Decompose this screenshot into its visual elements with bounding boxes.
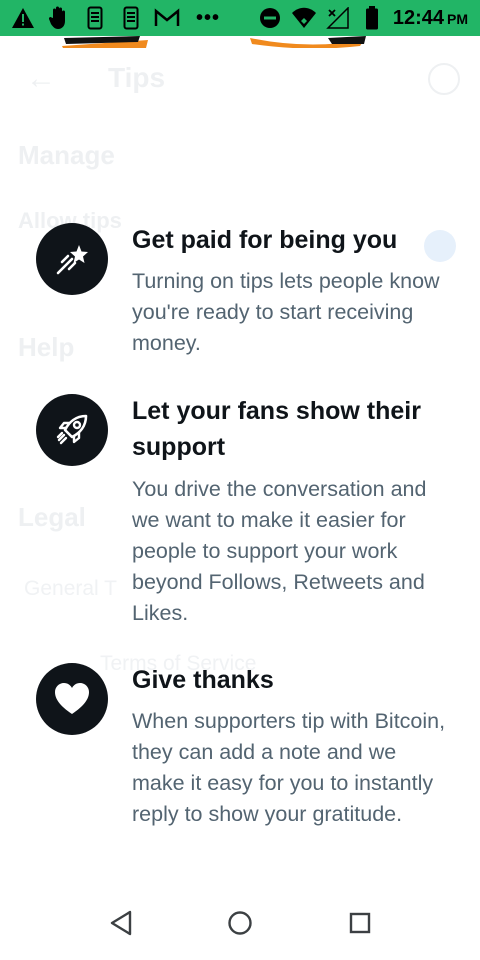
phone-icon: [118, 5, 144, 31]
general-terms-link[interactable]: General T: [24, 577, 117, 601]
page-title: Tips: [108, 62, 166, 93]
warning-icon: [10, 5, 36, 31]
feature-description: Turning on tips lets people know you're …: [132, 269, 440, 355]
feature-title: Get paid for being you: [132, 226, 398, 254]
redaction-scribble: [250, 36, 366, 48]
do-not-disturb-icon: [257, 5, 283, 31]
back-arrow-icon[interactable]: ←: [26, 62, 56, 96]
feature-title: Give thanks: [132, 666, 274, 694]
section-manage: Manage: [18, 140, 115, 170]
feature-title: Let your fans show their support: [132, 397, 421, 461]
battery-icon: [359, 5, 385, 31]
feature-description: You drive the conversation and we want t…: [132, 477, 427, 625]
rocket-icon: [36, 394, 108, 466]
more-notifications-indicator: •••: [196, 6, 221, 29]
gmail-icon: [154, 5, 180, 31]
home-circle-icon[interactable]: [225, 908, 255, 938]
recents-square-icon[interactable]: [345, 908, 375, 938]
shooting-star-icon: [36, 223, 108, 295]
info-icon[interactable]: [428, 63, 460, 95]
heart-icon: [36, 663, 108, 735]
status-bar: ••• 12:44 PM: [0, 0, 480, 36]
signal-icon: [325, 5, 351, 31]
redaction-scribble: [62, 36, 148, 48]
back-triangle-icon[interactable]: [106, 908, 136, 938]
clock: 12:44 PM: [393, 7, 468, 30]
section-legal: Legal: [18, 502, 86, 532]
system-navigation-bar: [0, 886, 480, 960]
clock-time: 12:44: [392, 6, 444, 29]
feature-description: When supporters tip with Bitcoin, they c…: [132, 709, 446, 826]
hand-icon: [46, 5, 72, 31]
section-help: Help: [18, 332, 75, 362]
clock-ampm: PM: [447, 10, 468, 27]
wifi-icon: [291, 5, 317, 31]
phone-icon: [82, 5, 108, 31]
